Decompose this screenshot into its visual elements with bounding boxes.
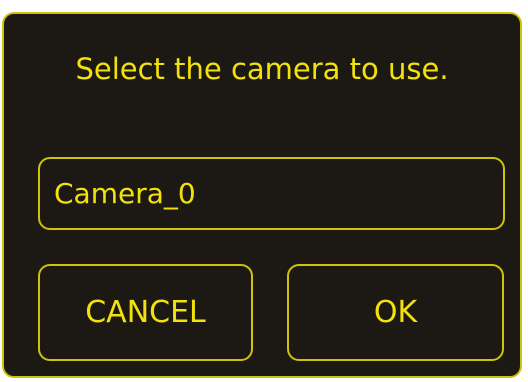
- camera-select-dialog: Select the camera to use. Camera_0 CANCE…: [2, 12, 522, 378]
- dialog-prompt: Select the camera to use.: [75, 52, 449, 86]
- ok-button[interactable]: OK: [287, 264, 504, 361]
- ok-button-label: OK: [373, 295, 418, 330]
- camera-select-field[interactable]: Camera_0: [38, 157, 505, 230]
- cancel-button-label: CANCEL: [85, 295, 206, 330]
- cancel-button[interactable]: CANCEL: [38, 264, 253, 361]
- camera-select-value: Camera_0: [54, 177, 196, 210]
